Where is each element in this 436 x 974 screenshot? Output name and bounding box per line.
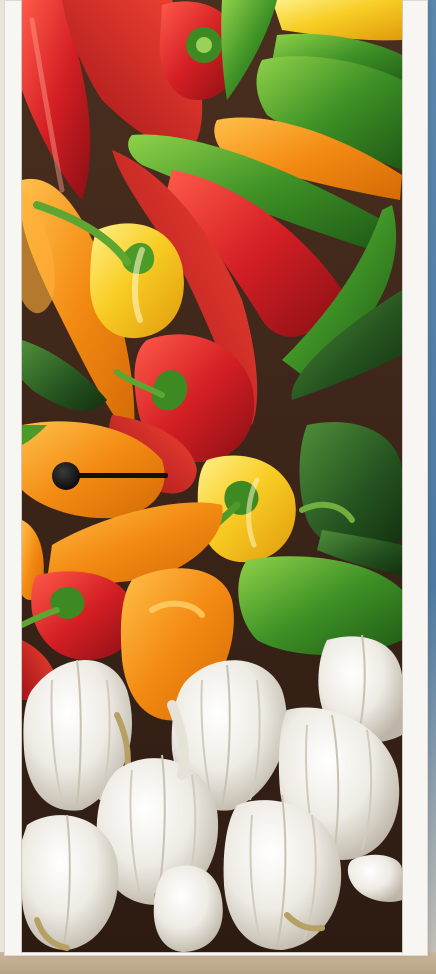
door-handle-icon[interactable]: [52, 462, 172, 492]
door-mural[interactable]: [22, 0, 402, 952]
handle-lever: [70, 473, 168, 478]
room-background: [0, 0, 436, 974]
handle-rose: [52, 462, 80, 490]
blue-wall: [428, 0, 436, 974]
